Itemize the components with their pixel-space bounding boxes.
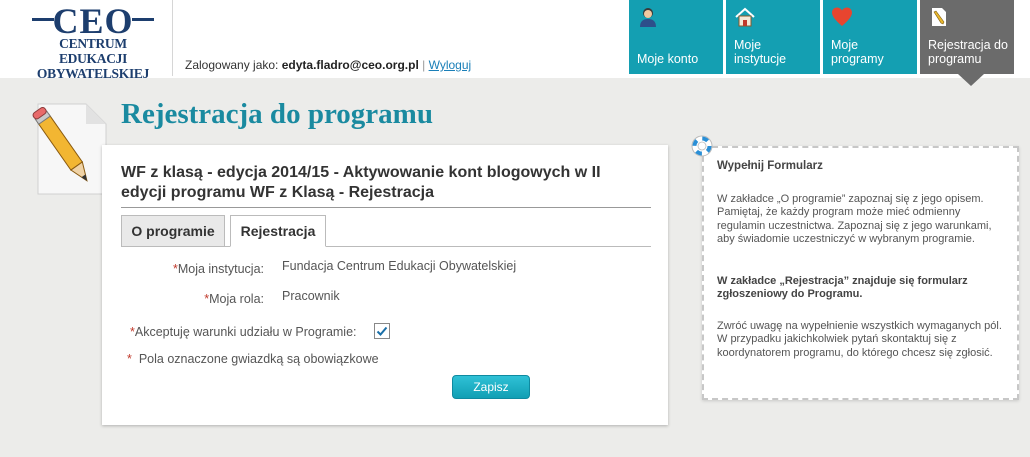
registration-panel: WF z klasą - edycja 2014/15 - Aktywowani… <box>102 145 668 425</box>
institution-label: *Moja instytucja: <box>172 262 264 276</box>
house-icon <box>735 7 755 27</box>
document-pen-icon <box>932 8 946 26</box>
logout-link[interactable]: Wyloguj <box>429 58 472 72</box>
role-label: *Moja rola: <box>204 292 264 306</box>
login-prefix: Zalogowany jako: <box>185 58 279 72</box>
header-divider <box>172 0 173 76</box>
login-separator: | <box>422 58 426 72</box>
help-box: Wypełnij Formularz W zakładce „O program… <box>702 146 1019 400</box>
user-icon <box>640 8 656 27</box>
active-nav-arrow <box>958 74 984 86</box>
help-paragraph-1: W zakładce „O programie” zapoznaj się z … <box>717 193 992 246</box>
page-title: Rejestracja do programu <box>121 98 433 130</box>
nav-label: Moje instytucje <box>734 38 787 66</box>
title-divider <box>121 207 651 208</box>
nav-moje-programy[interactable]: Moje programy <box>823 0 917 74</box>
save-button[interactable]: Zapisz <box>452 375 530 399</box>
lifebuoy-icon <box>691 135 713 157</box>
tab-o-programie[interactable]: O programie <box>121 215 225 247</box>
nav-moje-konto[interactable]: Moje konto <box>629 0 723 74</box>
role-value: Pracownik <box>282 289 340 303</box>
accept-terms-label: *Akceptuję warunki udziału w Programie: <box>130 325 357 339</box>
nav-label: Moje konto <box>637 52 699 66</box>
required-note: * Pola oznaczone gwiazdką są obowiązkowe <box>127 352 379 366</box>
institution-value: Fundacja Centrum Edukacji Obywatelskiej <box>282 259 517 273</box>
nav-rejestracja[interactable]: Rejestracja do programu <box>920 0 1014 74</box>
pencil-document-icon <box>32 103 107 195</box>
help-title: Wypełnij Formularz <box>717 160 823 172</box>
tab-rejestracja[interactable]: Rejestracja <box>230 215 326 247</box>
help-paragraph-3: Zwróć uwagę na wypełnienie wszystkich wy… <box>717 320 1002 359</box>
user-email: edyta.fladro@ceo.org.pl <box>281 58 419 72</box>
nav-moje-instytucje[interactable]: Moje instytucje <box>726 0 820 74</box>
logo-line-2: OBYWATELSKIEJ <box>36 66 150 81</box>
header: CEO CENTRUM EDUKACJI OBYWATELSKIEJ Zalog… <box>0 0 1030 86</box>
ceo-logo[interactable]: CEO CENTRUM EDUKACJI OBYWATELSKIEJ <box>28 3 158 81</box>
logo-text: CEO <box>52 1 134 41</box>
nav-label: Moje programy <box>831 38 884 66</box>
heart-icon <box>832 7 852 26</box>
program-title: WF z klasą - edycja 2014/15 - Aktywowani… <box>121 164 601 201</box>
nav-label: Rejestracja do programu <box>928 38 1008 66</box>
help-paragraph-2: W zakładce „Rejestracja” znajduje się fo… <box>717 275 968 301</box>
accept-terms-checkbox[interactable] <box>374 323 390 339</box>
login-info: Zalogowany jako: edyta.fladro@ceo.org.pl… <box>185 58 471 72</box>
checkmark-icon <box>376 326 388 336</box>
